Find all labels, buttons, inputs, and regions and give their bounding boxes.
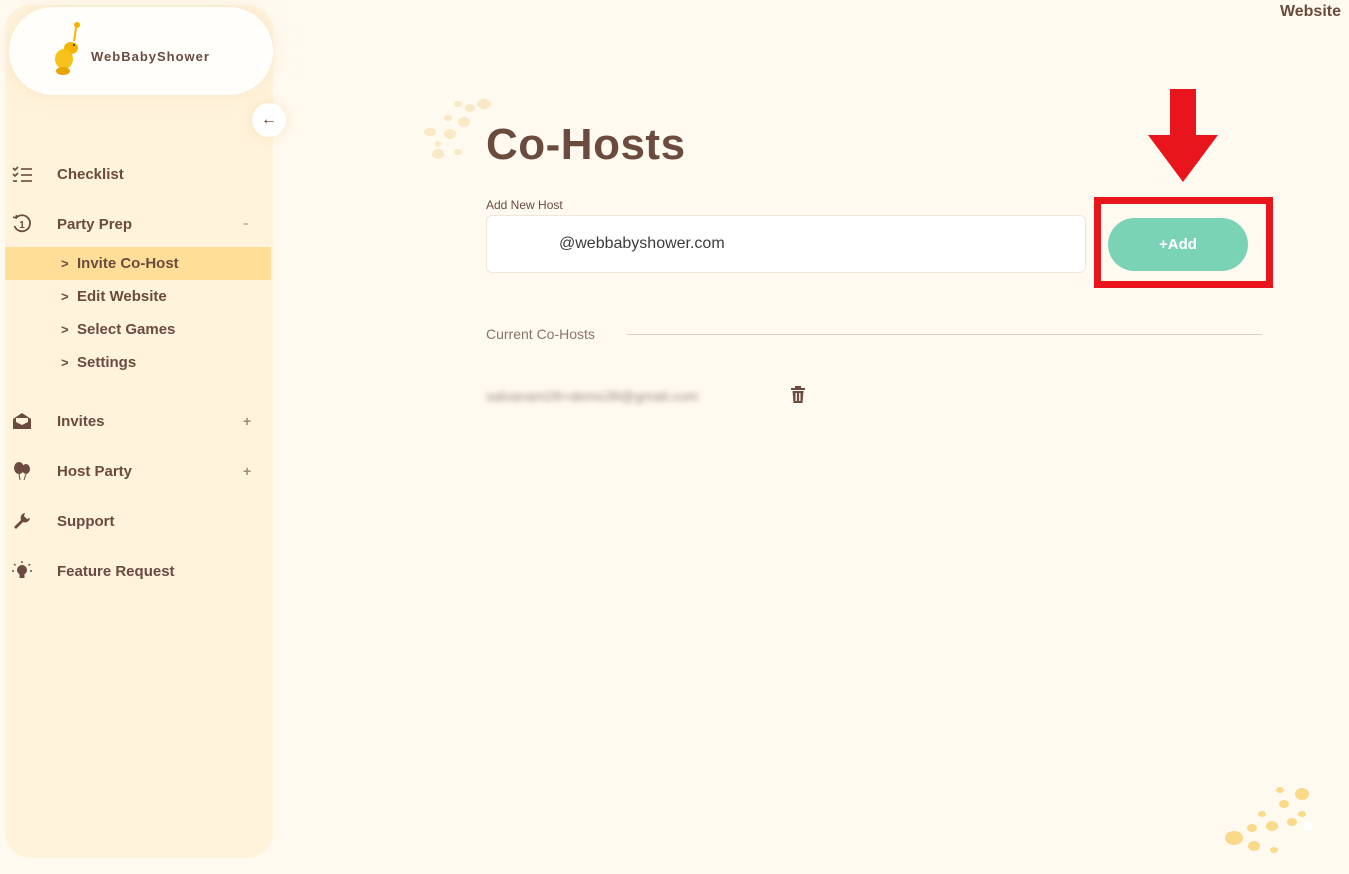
baby-logo-icon <box>55 22 80 75</box>
trash-icon[interactable] <box>790 386 806 404</box>
sidebar-item-label: Host Party <box>57 462 133 480</box>
sidebar-item-support[interactable]: Support <box>5 506 273 536</box>
svg-text:1: 1 <box>19 220 25 231</box>
chevron-right-icon: > <box>61 256 69 271</box>
sidebar-item-label: Support <box>57 512 115 530</box>
sidebar-item-party-prep[interactable]: 1 Party Prep − <box>5 209 273 239</box>
brand-name: WebBabyShower <box>91 49 210 64</box>
sidebar-item-label: Checklist <box>57 165 124 183</box>
co-host-email: salvanam28+demo38@gmail.com <box>486 388 699 404</box>
wrench-icon <box>11 510 33 532</box>
chevron-right-icon: > <box>61 289 69 304</box>
collapse-toggle[interactable]: − <box>243 219 248 229</box>
sidebar-item-label: Feature Request <box>57 562 175 580</box>
website-link[interactable]: Website <box>1280 3 1341 21</box>
balloons-icon <box>11 460 33 482</box>
sidebar-item-label: Party Prep <box>57 215 133 233</box>
sidebar-subitem-invite-co-host[interactable]: > Invite Co-Host <box>5 247 271 280</box>
checklist-icon <box>11 163 33 185</box>
decorative-dots-icon <box>1225 787 1313 853</box>
sidebar-item-host-party[interactable]: Host Party + <box>5 456 273 486</box>
sidebar-subitem-select-games[interactable]: > Select Games <box>5 313 271 346</box>
expand-toggle[interactable]: + <box>243 463 251 479</box>
clock-one-icon: 1 <box>11 213 33 235</box>
sidebar-item-label: Invites <box>57 412 105 430</box>
sidebar-subitem-label: Select Games <box>77 321 176 338</box>
divider <box>627 334 1262 335</box>
current-co-hosts-heading: Current Co-Hosts <box>486 326 595 342</box>
page-title: Co-Hosts <box>486 120 686 169</box>
expand-toggle[interactable]: + <box>243 413 251 429</box>
sidebar-subitem-settings[interactable]: > Settings <box>5 346 271 379</box>
envelope-open-icon <box>11 410 33 432</box>
lightbulb-icon <box>11 560 33 582</box>
sidebar-item-invites[interactable]: Invites + <box>5 406 273 436</box>
sidebar-subitem-edit-website[interactable]: > Edit Website <box>5 280 271 313</box>
add-host-email-input[interactable] <box>486 215 1086 273</box>
sidebar-subitem-label: Edit Website <box>77 288 167 305</box>
down-arrow-icon <box>1148 89 1218 182</box>
add-host-label: Add New Host <box>486 198 563 212</box>
chevron-right-icon: > <box>61 322 69 337</box>
logo-card[interactable]: WebBabyShower <box>9 7 273 95</box>
sidebar: WebBabyShower Checklist 1 Party Prep − >… <box>5 5 273 858</box>
sidebar-subitem-label: Settings <box>77 354 137 371</box>
arrow-left-icon: ← <box>261 111 277 128</box>
chevron-right-icon: > <box>61 355 69 370</box>
sidebar-subitem-label: Invite Co-Host <box>77 255 179 272</box>
add-host-button[interactable]: +Add <box>1108 218 1248 271</box>
sidebar-item-checklist[interactable]: Checklist <box>5 159 273 189</box>
sidebar-item-feature-request[interactable]: Feature Request <box>5 556 273 586</box>
collapse-sidebar-button[interactable]: ← <box>252 103 286 137</box>
